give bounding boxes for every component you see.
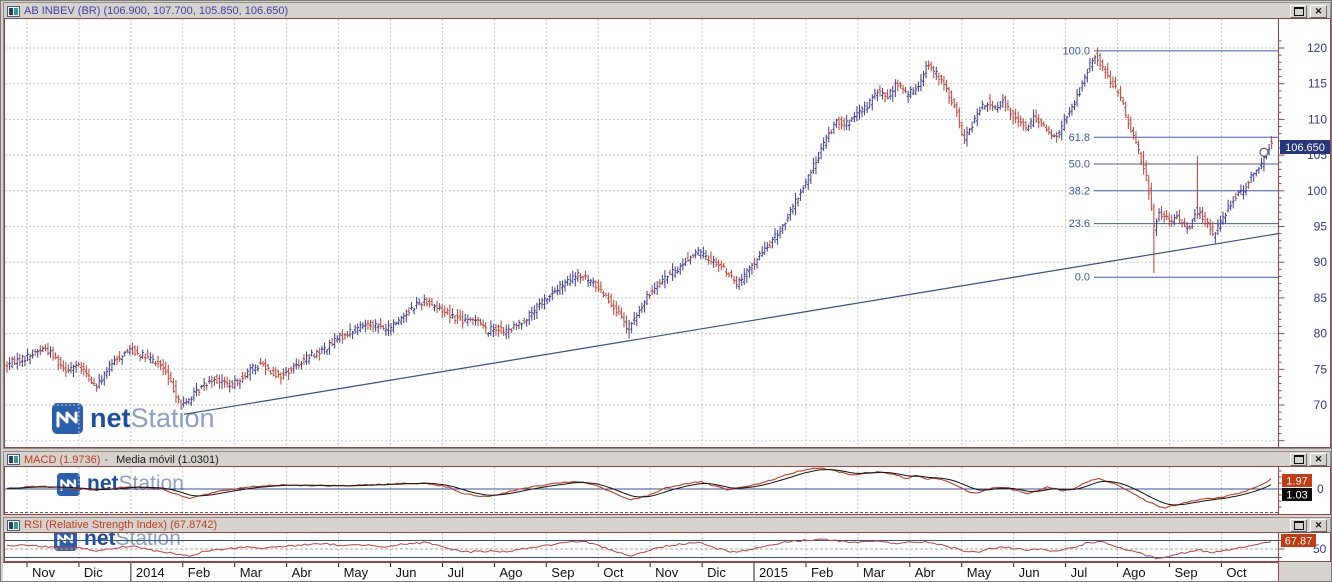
maximize-button[interactable] [1290, 518, 1307, 532]
macd-title: MACD (1.9736) [24, 453, 101, 466]
netstation-wordmark: netStation [90, 403, 215, 433]
rsi-panel-titlebar: RSI (Relative Strength Index) (67.8742) … [4, 518, 1330, 532]
close-button[interactable]: ✕ [1310, 453, 1327, 466]
macd-panel: MACD (1.9736) - Media móvil (1.0301) ✕ n… [3, 451, 1331, 515]
netstation-watermark: netStation [52, 403, 215, 434]
chart-icon [7, 519, 20, 531]
netstation-watermark: netStation [54, 533, 181, 551]
close-button[interactable]: ✕ [1310, 518, 1327, 532]
netstation-logo-icon [54, 533, 77, 551]
macd-panel-titlebar: MACD (1.9736) - Media móvil (1.0301) ✕ [4, 452, 1330, 467]
bottom-right-corner [1279, 562, 1331, 581]
macd-signal-title: Media móvil (1.0301) [116, 453, 219, 466]
chart-icon [7, 454, 20, 465]
maximize-button[interactable] [1290, 4, 1307, 18]
macd-title-separator: - [104, 453, 109, 466]
rsi-watermark-clip: netStation [5, 533, 1278, 561]
chart-icon [7, 5, 20, 17]
netstation-wordmark: netStation [84, 533, 181, 550]
maximize-icon [1293, 6, 1304, 16]
price-panel: AB INBEV (BR) (106.900, 107.700, 105.850… [3, 2, 1331, 449]
rsi-title: RSI (Relative Strength Index) (67.8742) [24, 519, 218, 531]
netstation-window: AB INBEV (BR) (106.900, 107.700, 105.850… [0, 0, 1332, 582]
maximize-button[interactable] [1290, 453, 1307, 466]
maximize-icon [1293, 520, 1304, 530]
maximize-icon [1293, 455, 1304, 464]
close-button[interactable]: ✕ [1310, 4, 1327, 18]
time-axis-band[interactable] [3, 562, 1278, 581]
netstation-watermark: netStation [57, 472, 184, 496]
netstation-logo-icon [52, 403, 83, 434]
netstation-wordmark: netStation [87, 472, 184, 495]
price-panel-titlebar: AB INBEV (BR) (106.900, 107.700, 105.850… [4, 3, 1330, 19]
price-panel-title: AB INBEV (BR) (106.900, 107.700, 105.850… [24, 5, 289, 17]
netstation-logo-icon [57, 472, 80, 496]
